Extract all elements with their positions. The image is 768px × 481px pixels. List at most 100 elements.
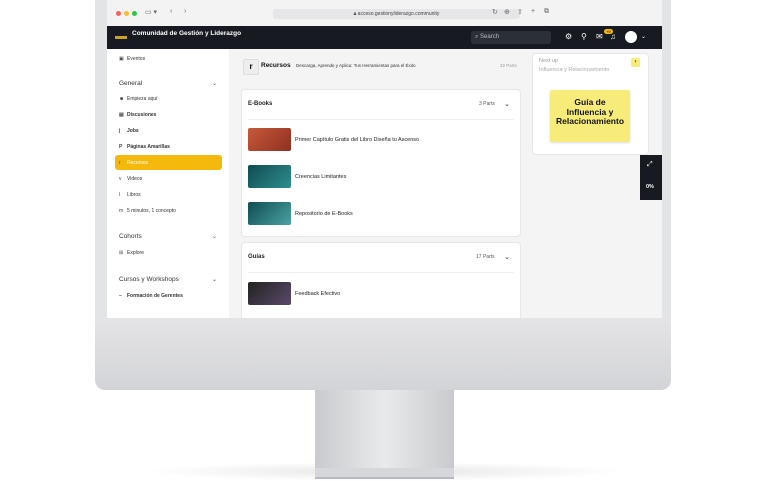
calendar-icon: ▣ [119,56,124,62]
letter-m-icon: m [119,208,124,214]
grid-icon: ⊞ [119,250,124,256]
dash-icon: – [119,293,122,299]
sidebar-item-discusiones[interactable]: ▤ Discusiones [119,109,156,121]
ebooks-section: E-Books 3 Parts ⌄ Primer Capítulo Gratis… [241,89,521,237]
sidebar-item-empieza-aqu-[interactable]: ☻ Empieza aquí [119,93,158,105]
browser-toolbar: ▭ ▾ ‹ › 🔒︎ acceso.gestionyliderazgo.comm… [107,0,662,27]
sidebar-item-label: Recursos [127,160,149,166]
bell-icon[interactable]: ♫ [610,32,616,41]
section-title: Guías [248,254,265,260]
guias-section: Guías 17 Parts ⌄ Feedback Efectivo [241,242,521,318]
tabs-overview-icon[interactable]: ⧉ [544,8,549,16]
resource-icon: r [243,59,259,75]
ebook-thumbnail [248,202,291,225]
letter-l-icon: l [119,192,121,198]
progress-value: 0% [646,184,654,190]
page-title: Recursos [261,62,291,69]
parts-count: 32 Parts [500,63,517,68]
monitor-stand [315,390,454,470]
progress-tab[interactable]: ⤢ 0% [640,155,662,200]
sidebar-item-jobs[interactable]: j Jobs [119,125,139,137]
url-text: acceso.gestionyliderazgo.community [357,11,440,17]
sidebar-item-formacion[interactable]: – Formación de Gerentes [119,290,183,302]
cursos-heading: Cursos y Workshops [119,276,179,283]
general-heading: General [119,80,143,87]
letter-r-icon: r [119,160,121,166]
letter-v-icon: v [119,176,122,182]
maximize-window-button[interactable] [132,11,137,16]
monitor-chin [95,318,671,390]
monitor-base [315,468,454,479]
sidebar-item-eventos[interactable]: ▣ Eventos [119,53,145,65]
chevron-down-icon[interactable]: ⌄ [504,253,510,261]
section-title: E-Books [248,101,273,107]
back-icon[interactable]: ‹ [170,8,172,15]
monitor-bezel-left [95,0,107,318]
chevron-down-icon[interactable]: ⌄ [504,100,510,108]
sidebar-item-p-ginas-amarillas[interactable]: P Páginas Amarillas [119,141,170,153]
cohorts-heading: Cohorts [119,233,142,240]
list-item-label: Feedback Efectivo [295,291,341,297]
search-input[interactable]: ⌕ Search [471,31,551,44]
sidebar-item-label: Empieza aquí [127,96,158,102]
search-placeholder: Search [480,34,500,40]
sidebar-item-label: Jobs [127,128,139,134]
sidebar-item-label: 5 minutos, 1 concepto [127,208,176,214]
next-arrow-icon[interactable]: › [631,58,640,67]
close-window-button[interactable] [116,11,121,16]
sidebar-item-libros[interactable]: l Libros [119,189,141,201]
sidebar-item-label: Libros [127,192,141,198]
list-item-label: Primer Capítulo Gratis del Libro Diseña … [295,137,420,143]
search-icon: ⌕ [475,34,481,40]
chat-icon: ▤ [119,112,124,118]
chevron-down-icon[interactable]: ⌄ [641,33,646,40]
list-item-label: Creencias Limitantes [295,174,347,180]
sidebar-item-explore[interactable]: ⊞ Explore [119,247,144,259]
sticky-note-text: Guía de Influencia y Relacionamiento [556,97,625,126]
add-member-icon[interactable]: ⚲ [581,32,587,41]
page-subtitle: Descarga, Aprende y Aplica: Tus Herramie… [296,63,416,68]
minimize-window-button[interactable] [124,11,129,16]
sidebar-toggle-icon[interactable]: ▭ ▾ [145,8,157,16]
section-parts: 3 Parts [479,101,495,107]
letter-P-icon: P [119,144,123,150]
resource-header: r Recursos Descarga, Aprende y Aplica: T… [241,52,528,80]
divider [248,119,514,120]
sidebar-item-label: Discusiones [127,112,157,118]
sidebar-item-recursos[interactable]: r Recursos [119,157,148,169]
community-logo[interactable] [115,36,127,39]
chevron-down-icon[interactable]: ⌄ [212,233,217,240]
forward-icon[interactable]: › [184,8,186,15]
chevron-down-icon[interactable]: ⌄ [212,276,217,283]
avatar[interactable] [625,31,637,43]
letter-j-icon: j [119,128,121,134]
download-icon[interactable]: ⊕ [504,8,510,16]
screen: ▭ ▾ ‹ › 🔒︎ acceso.gestionyliderazgo.comm… [107,0,662,318]
messages-icon[interactable]: ✉ [596,32,603,41]
section-parts: 17 Parts [476,254,495,260]
divider [248,272,514,273]
chevron-down-icon[interactable]: ⌄ [212,80,217,87]
guide-thumbnail [248,282,291,305]
next-up-title[interactable]: Influencia y Relacionamiento [539,67,634,73]
sidebar-item-label: Videos [127,176,143,182]
new-tab-icon[interactable]: + [531,8,535,15]
expand-icon[interactable]: ⤢ [647,161,653,169]
sidebar-item-videos[interactable]: v Videos [119,173,142,185]
next-up-label: Next up [539,58,558,64]
reload-icon[interactable]: ↻ [492,8,498,16]
person-icon: ☻ [119,96,125,102]
ebook-thumbnail [248,128,291,151]
share-icon[interactable]: ⇧ [517,8,523,16]
sidebar: ▣ Eventos General ⌄ ☻ Empieza aquí ▤ Discusi… [107,49,230,318]
settings-icon[interactable]: ⚙ [565,32,572,41]
community-name[interactable]: Comunidad de Gestión y Liderazgo [132,30,242,37]
sidebar-item-label: Páginas Amarillas [127,144,170,150]
url-bar[interactable]: 🔒︎ acceso.gestionyliderazgo.community [273,9,520,19]
next-up-thumbnail[interactable]: Guía de Influencia y Relacionamiento [550,90,630,142]
list-item-label: Repositorio de E-Books [295,211,353,217]
next-up-panel: Next up Influencia y Relacionamiento › G… [532,53,649,155]
ebook-thumbnail [248,165,291,188]
sidebar-item-5-minutos-1-concepto[interactable]: m5 minutos, 1 concepto [119,205,176,217]
app-header: Comunidad de Gestión y Liderazgo ⌕ Searc… [107,26,662,49]
